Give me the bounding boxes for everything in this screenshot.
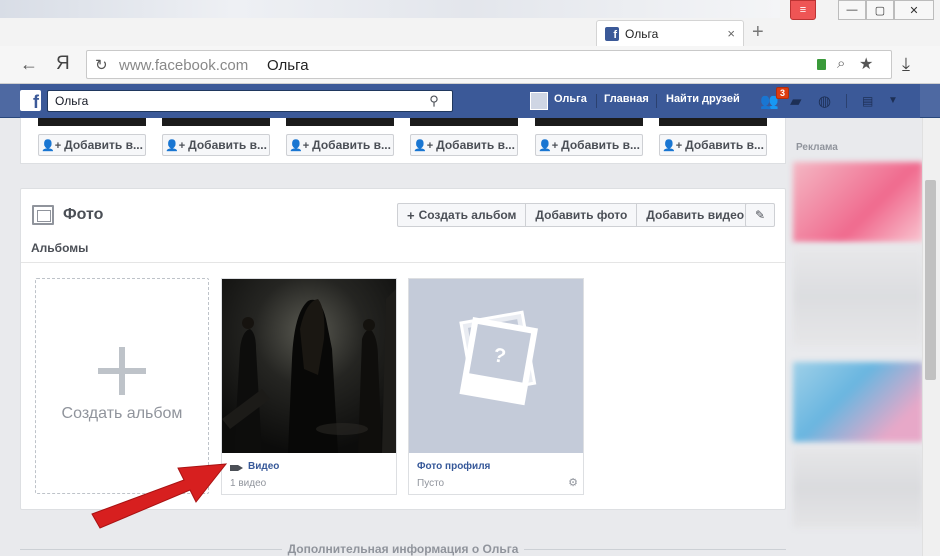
address-bar[interactable]: ↻ www.facebook.com Ольга ⌕ ★ xyxy=(86,50,892,79)
new-tab-button[interactable]: + xyxy=(752,22,764,42)
friend-thumbnail[interactable] xyxy=(535,118,643,126)
add-friend-button[interactable]: 👤+ Добавить в... xyxy=(659,134,767,156)
add-friend-label: Добавить в... xyxy=(561,138,640,152)
album-cover-image[interactable]: ? xyxy=(409,279,583,453)
browser-titlebar: f Ольга × + ≡ — ▢ ✕ xyxy=(0,0,940,46)
tab-albums[interactable]: Альбомы xyxy=(31,241,88,255)
add-friend-button[interactable]: 👤+ Добавить в... xyxy=(286,134,394,156)
video-album-cover-photo xyxy=(222,279,396,453)
add-friend-button[interactable]: 👤+ Добавить в... xyxy=(535,134,643,156)
friend-thumbnail[interactable] xyxy=(38,118,146,126)
ad-text-2[interactable] xyxy=(793,448,923,528)
add-friend-icon: 👤+ xyxy=(289,139,310,152)
add-friend-button[interactable]: 👤+ Добавить в... xyxy=(410,134,518,156)
plus-icon xyxy=(98,347,146,395)
add-friend-button[interactable]: 👤+ Добавить в... xyxy=(38,134,146,156)
download-icon[interactable]: ⤓ xyxy=(902,54,910,75)
search-zoom-icon[interactable]: ⌕ xyxy=(837,55,845,72)
reload-icon[interactable]: ↻ xyxy=(95,56,108,74)
messages-icon[interactable]: ▰ xyxy=(790,92,802,110)
photos-actions-toolbar: + Создать альбом Добавить фото Добавить в… xyxy=(397,203,755,227)
add-friend-label: Добавить в... xyxy=(685,138,764,152)
create-album-button-label: Создать альбом xyxy=(418,208,517,222)
add-video-button[interactable]: Добавить видео xyxy=(637,204,753,226)
lock-icon[interactable] xyxy=(817,59,826,70)
browser-menu-icon[interactable]: ≡ xyxy=(790,0,816,20)
friends-suggestions-card: 👤+ Добавить в... 👤+ Добавить в... 👤+ Добави… xyxy=(20,118,786,164)
search-value[interactable]: Ольга xyxy=(55,94,88,108)
add-friend-icon: 👤+ xyxy=(41,139,62,152)
album-video[interactable]: Видео 1 видео xyxy=(221,278,397,495)
window-close-button[interactable]: ✕ xyxy=(894,0,934,20)
nav-divider xyxy=(596,94,597,108)
privacy-shortcuts-icon[interactable]: ▤ xyxy=(862,94,873,108)
page-name-text: Ольга xyxy=(267,57,309,74)
friend-thumbnail[interactable] xyxy=(410,118,518,126)
facebook-top-bar-inner: f Ольга ⚲ Ольга Главная Найти друзей 👥 3… xyxy=(20,84,920,118)
yandex-logo-icon[interactable]: Я xyxy=(56,54,70,74)
album-profile-photos[interactable]: ? Фото профиля Пусто ⚙ xyxy=(408,278,584,495)
facebook-favicon-icon: f xyxy=(605,26,619,41)
ads-title: Реклама xyxy=(796,142,838,153)
facebook-top-bar: f Ольга ⚲ Ольга Главная Найти друзей 👥 3… xyxy=(0,84,940,118)
nav-home-link[interactable]: Главная xyxy=(604,93,649,105)
url-text[interactable]: www.facebook.com xyxy=(119,57,248,74)
create-album-button[interactable]: + Создать альбом xyxy=(398,204,527,226)
add-photo-button[interactable]: Добавить фото xyxy=(526,204,638,226)
red-annotation-arrow xyxy=(91,463,228,529)
add-friend-icon: 👤+ xyxy=(538,139,559,152)
search-icon[interactable]: ⚲ xyxy=(416,91,452,111)
add-friend-button[interactable]: 👤+ Добавить в... xyxy=(162,134,270,156)
friend-requests-badge: 3 xyxy=(776,87,790,99)
edit-pencil-icon[interactable]: ✎ xyxy=(745,203,775,227)
friend-thumbnail[interactable] xyxy=(286,118,394,126)
bookmark-star-icon[interactable]: ★ xyxy=(859,54,873,74)
window-minimize-button[interactable]: — xyxy=(838,0,866,20)
divider xyxy=(21,262,785,263)
ad-text-1[interactable] xyxy=(793,246,923,346)
tab-close-icon[interactable]: × xyxy=(727,26,735,41)
blurred-background-strip xyxy=(0,0,780,18)
add-friend-icon: 👤+ xyxy=(165,139,186,152)
add-friend-label: Добавить в... xyxy=(312,138,391,152)
create-album-tile-label: Создать альбом xyxy=(61,405,183,422)
add-friend-label: Добавить в... xyxy=(436,138,515,152)
photos-section-title[interactable]: Фото xyxy=(63,206,103,224)
friend-thumbnail[interactable] xyxy=(162,118,270,126)
nav-divider xyxy=(846,94,847,108)
ad-image-1[interactable] xyxy=(793,162,923,242)
notifications-globe-icon[interactable]: ◍ xyxy=(818,92,831,110)
nav-profile-link[interactable]: Ольга xyxy=(554,93,587,105)
album-count-profile-photos: Пусто xyxy=(417,478,445,489)
add-friend-label: Добавить в... xyxy=(64,138,143,152)
album-name-profile-photos[interactable]: Фото профиля xyxy=(417,461,490,472)
window-maximize-button[interactable]: ▢ xyxy=(866,0,894,20)
gear-icon[interactable]: ⚙ xyxy=(568,476,578,489)
back-arrow-icon[interactable]: ← xyxy=(20,54,38,74)
account-menu-chevron-down-icon[interactable]: ▼ xyxy=(888,95,898,106)
friend-thumbnail[interactable] xyxy=(659,118,767,126)
browser-toolbar: ← Я ↻ www.facebook.com Ольга ⌕ ★ ⤓ xyxy=(0,46,940,84)
add-friend-icon: 👤+ xyxy=(413,139,434,152)
nav-find-friends-link[interactable]: Найти друзей xyxy=(666,93,740,105)
nav-divider xyxy=(656,94,657,108)
plus-icon: + xyxy=(407,207,415,223)
facebook-logo-icon[interactable]: f xyxy=(20,90,41,111)
add-friend-icon: 👤+ xyxy=(662,139,683,152)
more-info-text[interactable]: Дополнительная информация о Ольга xyxy=(281,542,525,556)
more-info-heading: Дополнительная информация о Ольга xyxy=(20,542,786,556)
tab-title: Ольга xyxy=(625,26,659,41)
add-friend-label: Добавить в... xyxy=(188,138,267,152)
page-scrollbar-thumb[interactable] xyxy=(925,180,936,380)
album-name-video-label: Видео xyxy=(248,461,280,472)
album-cover-image[interactable] xyxy=(222,279,396,453)
photos-section-icon xyxy=(32,205,54,225)
ad-image-2[interactable] xyxy=(793,362,923,442)
facebook-search-input[interactable]: Ольга ⚲ xyxy=(47,90,453,112)
empty-album-placeholder-icon: ? xyxy=(459,310,538,406)
avatar[interactable] xyxy=(530,92,548,110)
browser-tab-facebook[interactable]: f Ольга × xyxy=(596,20,744,46)
